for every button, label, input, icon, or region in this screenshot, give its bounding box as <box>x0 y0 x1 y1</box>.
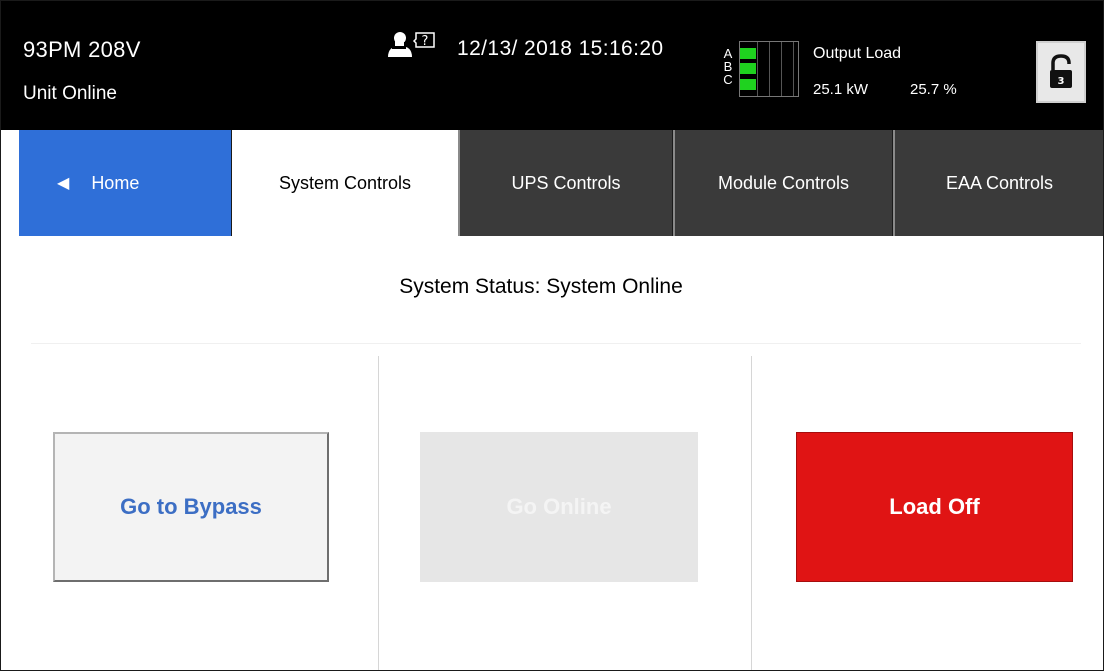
go-to-bypass-button[interactable]: Go to Bypass <box>53 432 329 582</box>
svg-text:?: ? <box>422 34 429 49</box>
phase-labels: A B C <box>721 47 735 86</box>
system-status: System Status: System Online <box>399 275 683 298</box>
date-time: 12/13/ 2018 15:16:20 <box>457 37 664 60</box>
phase-a-bar <box>740 47 798 60</box>
tab-home-label: Home <box>91 172 140 193</box>
back-arrow-icon: ◀ <box>57 175 70 192</box>
phase-label-c: C <box>723 72 733 87</box>
tab-home[interactable]: ◀ Home <box>19 130 232 236</box>
system-controls-panel: System Status: System Online Go to Bypas… <box>1 236 1103 670</box>
output-load-percent: 25.7 % <box>910 81 957 98</box>
phase-load-meter <box>739 41 799 97</box>
tab-module-controls[interactable]: Module Controls <box>673 130 893 236</box>
unit-model: 93PM 208V <box>23 37 141 62</box>
output-load-label: Output Load <box>813 45 902 62</box>
column-divider <box>751 356 752 670</box>
output-load-kw: 25.1 kW <box>813 81 869 98</box>
unlocked-padlock-icon: 3 <box>1050 54 1072 88</box>
phase-b-bar <box>740 62 798 75</box>
phase-c-bar <box>740 78 798 91</box>
tab-bar: ◀ Home System Controls UPS Controls Modu… <box>1 130 1103 236</box>
tab-ups-controls-label: UPS Controls <box>511 172 621 193</box>
access-level: 3 <box>1058 76 1065 87</box>
tab-system-controls-label: System Controls <box>278 172 412 193</box>
access-lock-button[interactable]: 3 <box>1036 41 1086 103</box>
column-divider <box>378 356 379 670</box>
tab-ups-controls[interactable]: UPS Controls <box>458 130 673 236</box>
tab-eaa-controls[interactable]: EAA Controls <box>893 130 1103 236</box>
tab-system-controls[interactable]: System Controls <box>232 130 458 236</box>
status-divider <box>31 343 1081 344</box>
tab-module-controls-label: Module Controls <box>717 172 850 193</box>
status-header: 93PM 208V Unit Online ? 12/13/ 2018 15:1… <box>1 1 1103 130</box>
load-off-button[interactable]: Load Off <box>796 432 1073 582</box>
go-online-button: Go Online <box>420 432 698 582</box>
tab-eaa-controls-label: EAA Controls <box>945 172 1054 193</box>
user-help-icon[interactable]: ? <box>384 29 440 61</box>
unit-status: Unit Online <box>23 83 117 104</box>
ups-control-screen: 93PM 208V Unit Online ? 12/13/ 2018 15:1… <box>0 0 1104 671</box>
